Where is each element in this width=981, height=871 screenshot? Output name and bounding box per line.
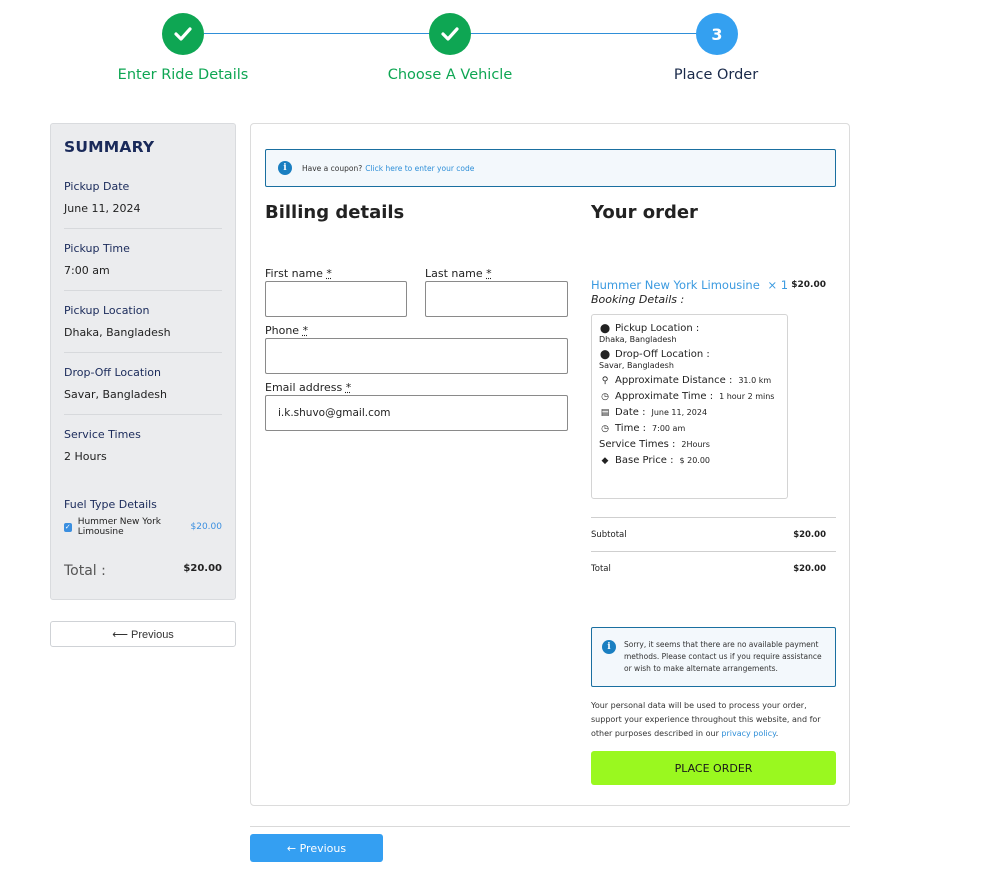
booking-pickup: ⬤ Pickup Location : xyxy=(599,323,700,334)
booking-details-box: ⬤ Pickup Location : Dhaka, Bangladesh ⬤ … xyxy=(591,314,788,499)
previous-button[interactable]: ← Previous xyxy=(250,834,383,862)
subtotal-row: Subtotal $20.00 xyxy=(591,517,836,551)
total-row: Total $20.00 xyxy=(591,551,836,585)
booking-date: ▤ Date : June 11, 2024 xyxy=(600,407,708,418)
first-name-label: First name * xyxy=(265,267,332,280)
fuel-item-price: $20.00 xyxy=(190,522,223,532)
coupon-link[interactable]: Click here to enter your code xyxy=(365,164,474,173)
clock-icon: ◷ xyxy=(601,423,609,434)
phone-input[interactable] xyxy=(265,338,568,374)
step-2-label: Choose A Vehicle xyxy=(387,67,513,83)
summary-panel: SUMMARY Pickup Date June 11, 2024 Pickup… xyxy=(50,123,236,600)
booking-dropoff: ⬤ Drop-Off Location : xyxy=(599,349,710,360)
fuel-item: ✓ Hummer New York Limousine $20.00 xyxy=(64,517,222,537)
order-title: Your order xyxy=(591,202,698,223)
booking-dropoff-value: Savar, Bangladesh xyxy=(599,361,674,370)
booking-service-times: Service Times : 2Hours xyxy=(599,439,710,450)
place-order-button[interactable]: PLACE ORDER xyxy=(591,751,836,785)
check-icon xyxy=(174,27,192,41)
billing-title: Billing details xyxy=(265,202,405,223)
summary-service-times: Service Times 2 Hours xyxy=(64,428,141,463)
tag-icon: ◆ xyxy=(601,455,609,466)
step-connector xyxy=(204,33,430,34)
summary-dropoff-location: Drop-Off Location Savar, Bangladesh xyxy=(64,366,222,415)
summary-total: Total : $20.00 xyxy=(64,563,222,579)
summary-title: SUMMARY xyxy=(64,138,155,156)
last-name-label: Last name * xyxy=(425,267,492,280)
map-marker-icon: ⬤ xyxy=(599,349,611,360)
fuel-checkbox[interactable]: ✓ xyxy=(64,522,72,532)
step-1-circle xyxy=(162,13,204,55)
fuel-item-name: Hummer New York Limousine xyxy=(77,517,162,537)
order-item-name[interactable]: Hummer New York Limousine xyxy=(591,278,760,292)
order-item: Hummer New York Limousine × 1 $20.00 Boo… xyxy=(591,278,836,306)
calendar-icon: ▤ xyxy=(600,407,610,418)
privacy-text: Your personal data will be used to proce… xyxy=(591,701,821,738)
summary-pickup-location: Pickup Location Dhaka, Bangladesh xyxy=(64,304,222,353)
payment-notice: i Sorry, it seems that there are no avai… xyxy=(591,627,836,687)
last-name-input[interactable] xyxy=(425,281,568,317)
booking-pickup-value: Dhaka, Bangladesh xyxy=(599,335,677,344)
summary-pickup-time: Pickup Time 7:00 am xyxy=(64,242,222,291)
clock-icon: ◷ xyxy=(601,391,609,402)
route-icon: ⚲ xyxy=(601,375,609,386)
step-2-circle xyxy=(429,13,471,55)
coupon-notice: i Have a coupon? Click here to enter you… xyxy=(265,149,836,187)
step-3-circle: 3 xyxy=(696,13,738,55)
booking-distance: ⚲ Approximate Distance : 31.0 km xyxy=(599,375,780,386)
check-icon xyxy=(441,27,459,41)
info-icon: i xyxy=(278,161,292,175)
phone-label: Phone * xyxy=(265,324,309,337)
footer-divider xyxy=(250,826,850,827)
step-1-label: Enter Ride Details xyxy=(117,67,249,83)
progress-stepper: Enter Ride Details Choose A Vehicle 3 Pl… xyxy=(0,13,981,93)
order-item-qty: × 1 xyxy=(767,278,789,292)
step-connector xyxy=(470,33,697,34)
booking-details-label: Booking Details : xyxy=(591,293,685,306)
booking-time: ◷ Time : 7:00 am xyxy=(599,423,780,434)
previous-button-sidebar[interactable]: ⟵ Previous xyxy=(50,621,236,647)
summary-fuel-type: Fuel Type Details ✓ Hummer New York Limo… xyxy=(64,498,222,537)
step-3-label: Place Order xyxy=(673,67,759,83)
map-marker-icon: ⬤ xyxy=(599,323,611,334)
summary-pickup-date: Pickup Date June 11, 2024 xyxy=(64,180,222,229)
first-name-input[interactable] xyxy=(265,281,407,317)
info-icon: i xyxy=(602,640,616,654)
email-label: Email address * xyxy=(265,381,352,394)
email-input[interactable] xyxy=(265,395,568,431)
checkout-card: i Have a coupon? Click here to enter you… xyxy=(250,123,850,806)
booking-base-price: ◆ Base Price : $ 20.00 xyxy=(599,455,780,466)
booking-approx-time: ◷ Approximate Time : 1 hour 2 mins xyxy=(599,391,780,402)
order-item-price: $20.00 xyxy=(791,280,826,290)
privacy-policy-link[interactable]: privacy policy xyxy=(721,729,775,738)
